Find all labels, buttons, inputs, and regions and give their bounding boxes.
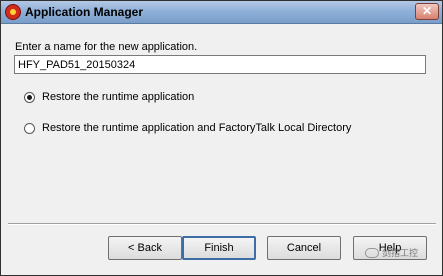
watermark-text: 剑指工控	[382, 248, 419, 258]
separator	[8, 223, 436, 225]
application-manager-icon	[5, 4, 21, 20]
cancel-button[interactable]: Cancel	[267, 236, 341, 260]
wechat-icon	[365, 247, 379, 258]
restore-runtime-radio[interactable]	[24, 91, 35, 103]
restore-runtime-option[interactable]: Restore the runtime application	[24, 90, 194, 104]
restore-runtime-label: Restore the runtime application	[42, 91, 195, 103]
finish-button[interactable]: Finish	[182, 236, 256, 260]
restore-runtime-and-directory-option[interactable]: Restore the runtime application and Fact…	[24, 121, 351, 135]
back-button[interactable]: < Back	[108, 236, 182, 260]
application-manager-window: Application Manager ✕ Enter a name for t…	[0, 0, 443, 276]
title-bar[interactable]: Application Manager ✕	[1, 1, 442, 24]
name-prompt-label: Enter a name for the new application.	[15, 41, 198, 53]
restore-runtime-and-directory-label: Restore the runtime application and Fact…	[42, 122, 352, 134]
application-name-input[interactable]	[14, 55, 426, 74]
window-title: Application Manager	[25, 5, 144, 19]
close-button[interactable]: ✕	[415, 3, 439, 20]
close-icon: ✕	[421, 4, 433, 18]
restore-runtime-and-directory-radio[interactable]	[24, 122, 35, 134]
dialog-content: Enter a name for the new application. Re…	[1, 24, 442, 275]
watermark: 剑指工控	[365, 246, 418, 259]
